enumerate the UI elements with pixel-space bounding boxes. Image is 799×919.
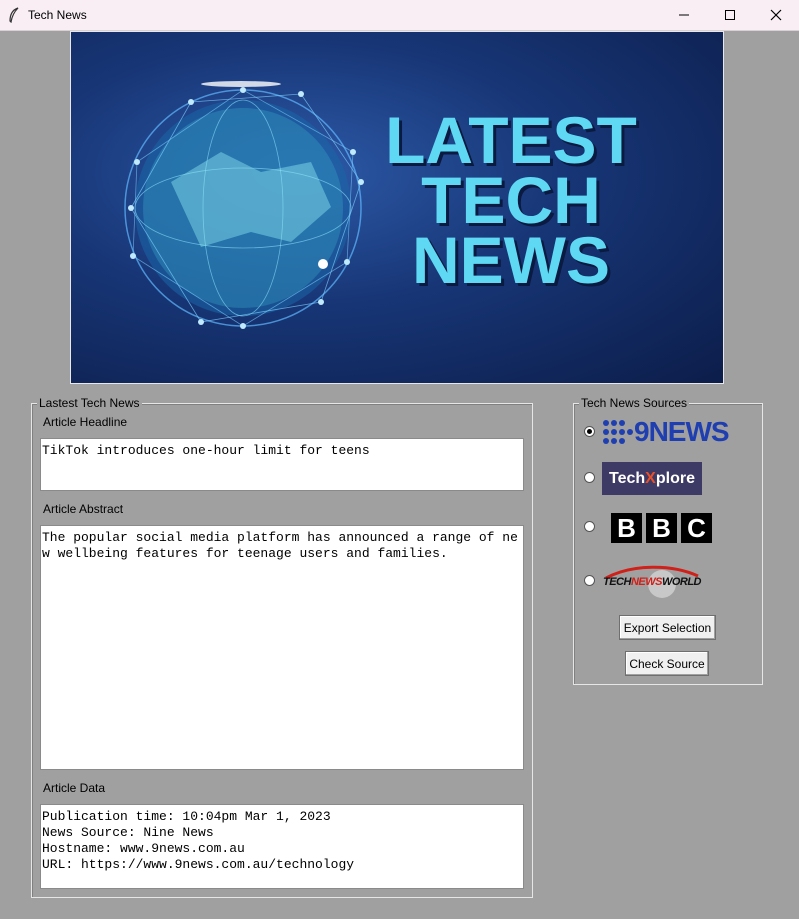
- radio-9news[interactable]: [584, 426, 595, 437]
- feather-icon: [9, 7, 19, 23]
- banner-image: LATEST TECH NEWS: [70, 31, 724, 384]
- news-group-label: Lastest Tech News: [37, 396, 142, 410]
- radio-techxplore[interactable]: [584, 472, 595, 483]
- techxplore-logo[interactable]: TechXplore: [602, 462, 702, 495]
- minimize-button[interactable]: [661, 0, 707, 30]
- maximize-button[interactable]: [707, 0, 753, 30]
- headline-label: Article Headline: [43, 415, 128, 429]
- tnw-news: NEWS: [630, 576, 663, 588]
- data-label: Article Data: [43, 781, 106, 795]
- bbc-letter: C: [681, 513, 712, 543]
- window-title: Tech News: [28, 8, 87, 22]
- banner-line: NEWS: [412, 223, 610, 297]
- abstract-text[interactable]: The popular social media platform has an…: [40, 525, 524, 770]
- check-source-button[interactable]: Check Source: [625, 651, 709, 676]
- banner-line: LATEST: [385, 103, 637, 177]
- techxplore-tech: Tech: [609, 469, 646, 487]
- banner-headline: LATEST TECH NEWS: [371, 103, 651, 297]
- minimize-icon: [679, 14, 689, 16]
- headline-text[interactable]: TikTok introduces one-hour limit for tee…: [40, 438, 524, 491]
- sources-group-label: Tech News Sources: [579, 396, 690, 410]
- abstract-label: Article Abstract: [43, 502, 124, 516]
- bbc-letter: B: [611, 513, 642, 543]
- tnw-world: WORLD: [661, 576, 702, 588]
- 9news-logo[interactable]: 9NEWS: [602, 417, 752, 447]
- radio-bbc[interactable]: [584, 521, 595, 532]
- bbc-logo[interactable]: B B C: [611, 513, 713, 543]
- technewsworld-logo[interactable]: TECHNEWSWORLD: [602, 562, 702, 600]
- export-selection-button[interactable]: Export Selection: [619, 615, 716, 640]
- bbc-letter: B: [646, 513, 677, 543]
- maximize-icon: [725, 10, 735, 20]
- 9news-wordmark: 9NEWS: [634, 416, 730, 447]
- techxplore-plore: plore: [655, 469, 695, 487]
- 9news-dots-icon: [603, 420, 633, 444]
- radio-technewsworld[interactable]: [584, 575, 595, 586]
- title-bar: Tech News: [0, 0, 799, 31]
- close-button[interactable]: [753, 0, 799, 30]
- close-icon: [770, 9, 782, 21]
- article-data-text[interactable]: Publication time: 10:04pm Mar 1, 2023 Ne…: [40, 804, 524, 889]
- techxplore-x: X: [645, 469, 656, 487]
- banner-line: TECH: [421, 163, 601, 237]
- tnw-tech: TECH: [603, 576, 631, 588]
- globe-network-icon: [124, 81, 364, 329]
